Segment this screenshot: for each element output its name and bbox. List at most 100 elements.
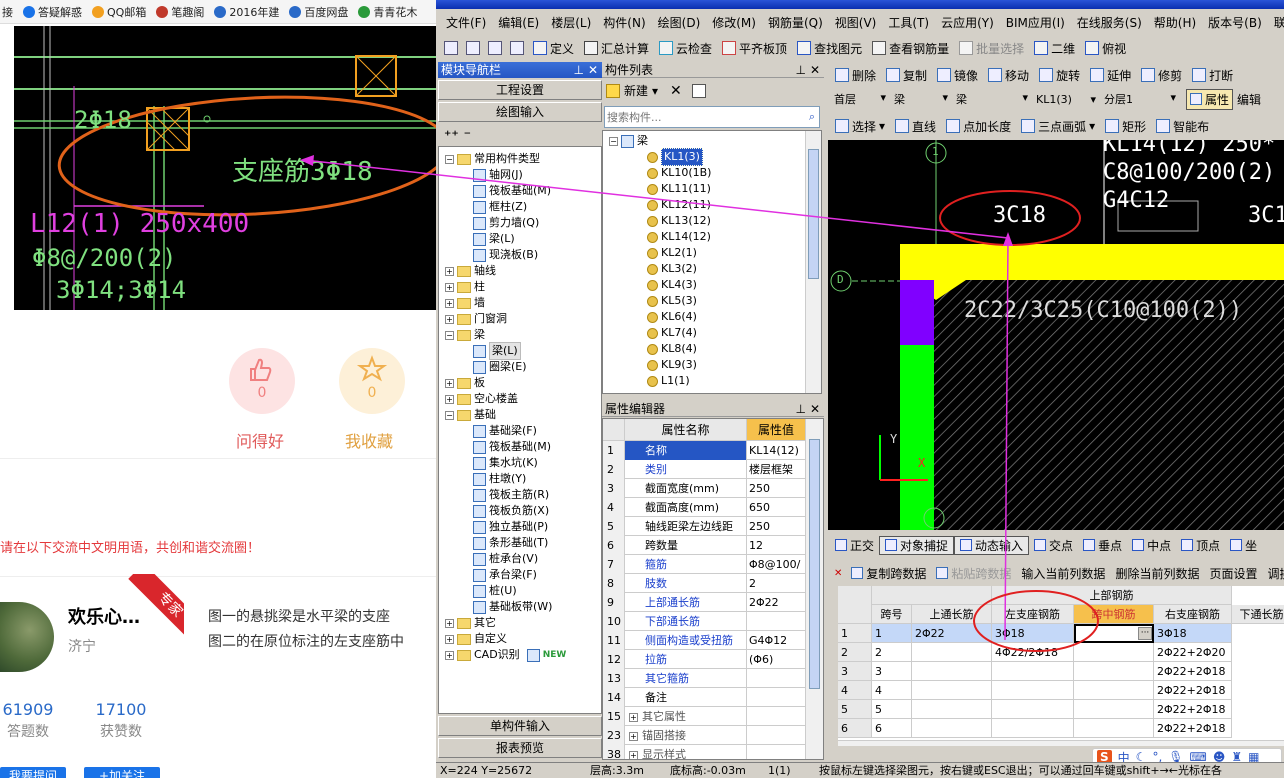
tree-item[interactable]: 独立基础(P): [473, 519, 548, 535]
edit-button-4[interactable]: 旋转: [1034, 67, 1085, 84]
table-tool-2[interactable]: 输入当前列数据: [1016, 565, 1110, 582]
property-row[interactable]: 11 侧面构造或受扭筋 G4Φ12: [603, 631, 805, 650]
table-cell[interactable]: [992, 719, 1074, 738]
tree-item[interactable]: 剪力墙(Q): [473, 215, 539, 231]
menu-item-13[interactable]: 版本号(B): [1202, 14, 1268, 31]
component-item[interactable]: KL6(4): [647, 309, 697, 325]
tree-folder[interactable]: + 板: [445, 375, 485, 391]
tree-item[interactable]: 承台梁(F): [473, 567, 537, 583]
tree-item[interactable]: 轴网(J): [473, 167, 523, 183]
table-cell[interactable]: 2: [872, 643, 912, 662]
component-item[interactable]: L1(1): [647, 373, 690, 389]
component-item[interactable]: KL5(3): [647, 293, 697, 309]
expand-icon[interactable]: +: [445, 618, 454, 628]
menu-item-6[interactable]: 钢筋量(Q): [762, 14, 829, 31]
tree-folder[interactable]: + 柱: [445, 279, 485, 295]
table-cell[interactable]: 2Φ22+2Φ18: [1154, 662, 1232, 681]
close-icon[interactable]: ✕: [810, 62, 820, 78]
table-cell[interactable]: 4: [872, 681, 912, 700]
menu-item-4[interactable]: 绘图(D): [652, 14, 707, 31]
property-value[interactable]: KL14(12): [747, 441, 805, 460]
property-row[interactable]: 2 类别 楼层框架: [603, 460, 805, 479]
table-cell[interactable]: [912, 662, 992, 681]
table-cell[interactable]: [992, 681, 1074, 700]
property-value[interactable]: 250: [747, 517, 805, 536]
toolbar-button-5[interactable]: 查看钢筋量: [867, 40, 954, 57]
property-value[interactable]: [747, 612, 805, 631]
property-row[interactable]: 6 跨数量 12: [603, 536, 805, 555]
ellipsis-button[interactable]: ···: [1138, 627, 1152, 640]
property-value[interactable]: [747, 688, 805, 707]
table-header-4[interactable]: 右支座钢筋: [1154, 605, 1232, 624]
table-cell[interactable]: [1074, 681, 1154, 700]
tree-item[interactable]: 框柱(Z): [473, 199, 527, 215]
expand-icon[interactable]: +: [445, 650, 454, 660]
table-cell[interactable]: [992, 662, 1074, 681]
component-item[interactable]: KL7(4): [647, 325, 697, 341]
toolbar-button-2[interactable]: 云检查: [654, 40, 717, 57]
open-icon[interactable]: [466, 41, 480, 55]
menu-item-10[interactable]: BIM应用(I): [1000, 14, 1071, 31]
table-tool-4[interactable]: 页面设置: [1204, 565, 1262, 582]
avatar[interactable]: [0, 602, 54, 672]
expand-icon[interactable]: +: [445, 378, 454, 388]
expand-icon[interactable]: +: [445, 282, 454, 292]
table-cell[interactable]: [912, 681, 992, 700]
edit-button-1[interactable]: 复制: [881, 67, 932, 84]
component-item[interactable]: KL9(3): [647, 357, 697, 373]
edit-button-2[interactable]: 镜像: [932, 67, 983, 84]
selector-dropdown-0[interactable]: 首层 ▾: [830, 91, 890, 107]
menu-item-7[interactable]: 视图(V): [829, 14, 883, 31]
table-tool-1[interactable]: 粘贴跨数据: [931, 565, 1016, 582]
bookmark-6[interactable]: 青青花木: [358, 4, 417, 20]
component-root[interactable]: − 梁: [609, 133, 648, 149]
edit-button-3[interactable]: 移动: [983, 67, 1034, 84]
tree-item[interactable]: 条形基础(T): [473, 535, 548, 551]
tree-folder[interactable]: + 门窗洞: [445, 311, 507, 327]
component-item[interactable]: KL14(12): [647, 229, 711, 245]
property-value[interactable]: 12: [747, 536, 805, 555]
table-header-5[interactable]: 下通长筋: [1232, 605, 1284, 624]
scrollbar[interactable]: [805, 131, 821, 393]
property-value[interactable]: [747, 745, 805, 759]
component-item[interactable]: KL2(1): [647, 245, 697, 261]
tree-folder[interactable]: + CAD识别 NEW: [445, 647, 566, 663]
toolbar-button-7[interactable]: 二维: [1029, 40, 1080, 57]
property-toggle-button[interactable]: 属性: [1186, 88, 1234, 110]
menu-item-5[interactable]: 修改(M): [706, 14, 762, 31]
tree-item[interactable]: 筏板基础(M): [473, 439, 551, 455]
menu-item-14[interactable]: 联系: [1268, 14, 1284, 31]
follow-button[interactable]: +加关注: [84, 767, 160, 778]
table-cell[interactable]: 5: [872, 700, 912, 719]
table-cell[interactable]: 6: [872, 719, 912, 738]
property-value[interactable]: [747, 726, 805, 745]
close-icon[interactable]: ✕: [588, 62, 598, 78]
property-row[interactable]: 7 箍筋 Φ8@100/: [603, 555, 805, 574]
property-row[interactable]: 38 + 显示样式: [603, 745, 805, 759]
edit-button-6[interactable]: 修剪: [1136, 67, 1187, 84]
menu-item-2[interactable]: 楼层(L): [545, 14, 597, 31]
menu-item-1[interactable]: 编辑(E): [492, 14, 545, 31]
table-cell[interactable]: 2Φ22+2Φ18: [1154, 681, 1232, 700]
right-support-rebar-label[interactable]: 3C1: [1248, 203, 1284, 228]
table-cell[interactable]: 4Φ22/2Φ18: [992, 643, 1074, 662]
table-cell[interactable]: [1074, 643, 1154, 662]
project-settings-button[interactable]: 工程设置: [438, 80, 602, 100]
property-value[interactable]: [747, 707, 805, 726]
selector-dropdown-4[interactable]: 分层1 ▾: [1100, 91, 1180, 107]
draw-button-0[interactable]: 选择 ▾: [830, 118, 890, 135]
table-header-0[interactable]: 跨号: [872, 605, 912, 624]
menu-item-9[interactable]: 云应用(Y): [935, 14, 1000, 31]
property-row[interactable]: 14 备注: [603, 688, 805, 707]
table-tool-0[interactable]: 复制跨数据: [846, 565, 931, 582]
table-header-2[interactable]: 左支座钢筋: [992, 605, 1074, 624]
tree-folder[interactable]: + 自定义: [445, 631, 507, 647]
table-cell[interactable]: [1074, 700, 1154, 719]
bookmark-4[interactable]: 2016年建: [214, 4, 279, 20]
property-value[interactable]: 楼层框架: [747, 460, 805, 479]
single-component-input-button[interactable]: 单构件输入: [438, 716, 602, 736]
property-row[interactable]: 12 拉筋 (Φ6): [603, 650, 805, 669]
menu-item-11[interactable]: 在线服务(S): [1071, 14, 1148, 31]
collapse-icon[interactable]: −: [445, 154, 454, 164]
table-tool-3[interactable]: 删除当前列数据: [1110, 565, 1204, 582]
